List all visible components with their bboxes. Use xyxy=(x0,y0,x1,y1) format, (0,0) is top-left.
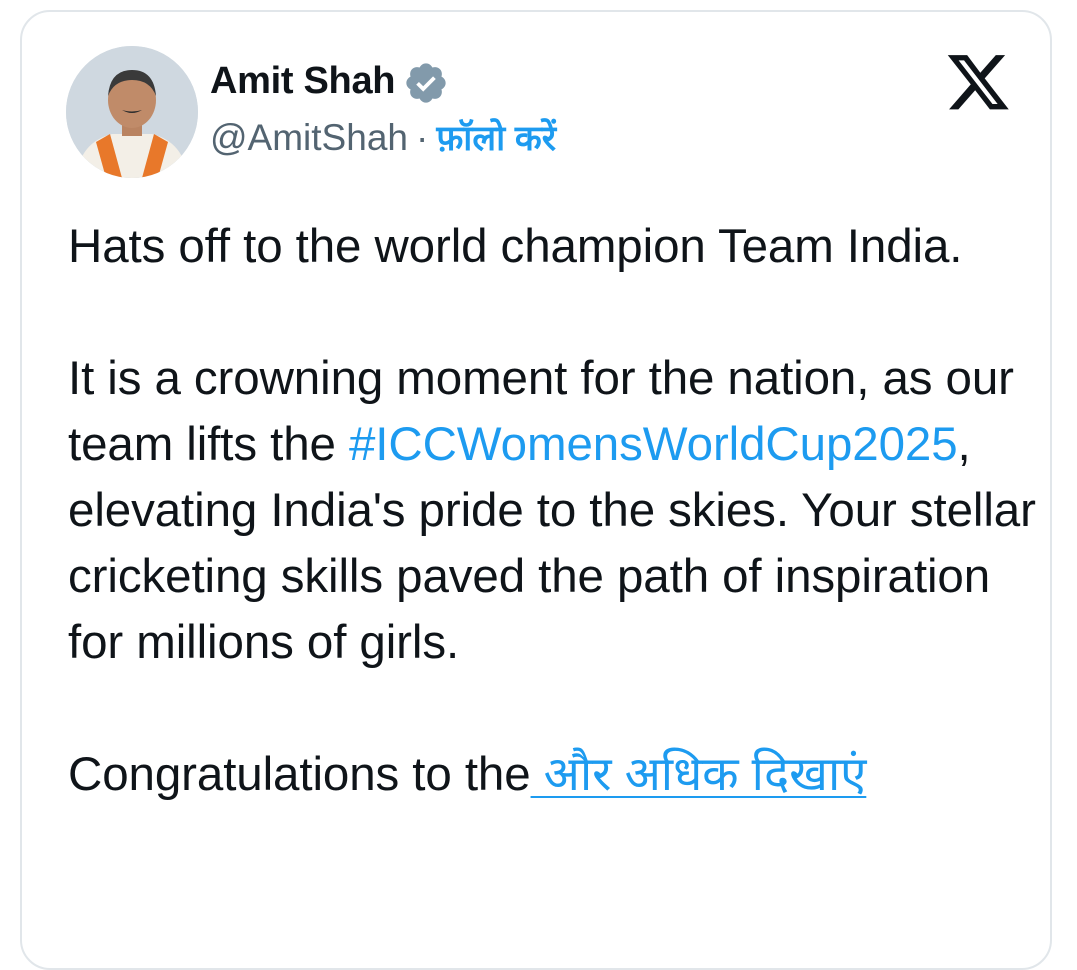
show-more-link[interactable]: और अधिक दिखाएं xyxy=(531,748,867,801)
tweet-paragraph-2: It is a crowning moment for the nation, … xyxy=(68,346,1043,676)
avatar[interactable] xyxy=(66,46,198,178)
follow-button[interactable]: फ़ॉलो करें xyxy=(436,114,556,161)
author-handle[interactable]: @AmitShah xyxy=(210,117,408,159)
separator-dot: · xyxy=(415,116,429,158)
hashtag-link[interactable]: #ICCWomensWorldCup2025 xyxy=(349,418,958,471)
tweet-paragraph-3: Congratulations to the और अधिक दिखाएं xyxy=(68,742,1043,808)
verified-badge-icon xyxy=(406,63,446,103)
tweet-text: Hats off to the world champion Team Indi… xyxy=(68,214,1043,808)
author-name[interactable]: Amit Shah xyxy=(210,60,396,103)
tweet-paragraph-1: Hats off to the world champion Team Indi… xyxy=(68,220,963,273)
tweet-card[interactable]: Amit Shah @AmitShah · फ़ॉलो करें Hats of… xyxy=(20,10,1052,970)
x-logo-icon[interactable] xyxy=(947,52,1009,110)
tweet-text-segment: Congratulations to the xyxy=(68,748,531,801)
profile-photo-icon xyxy=(66,46,198,178)
